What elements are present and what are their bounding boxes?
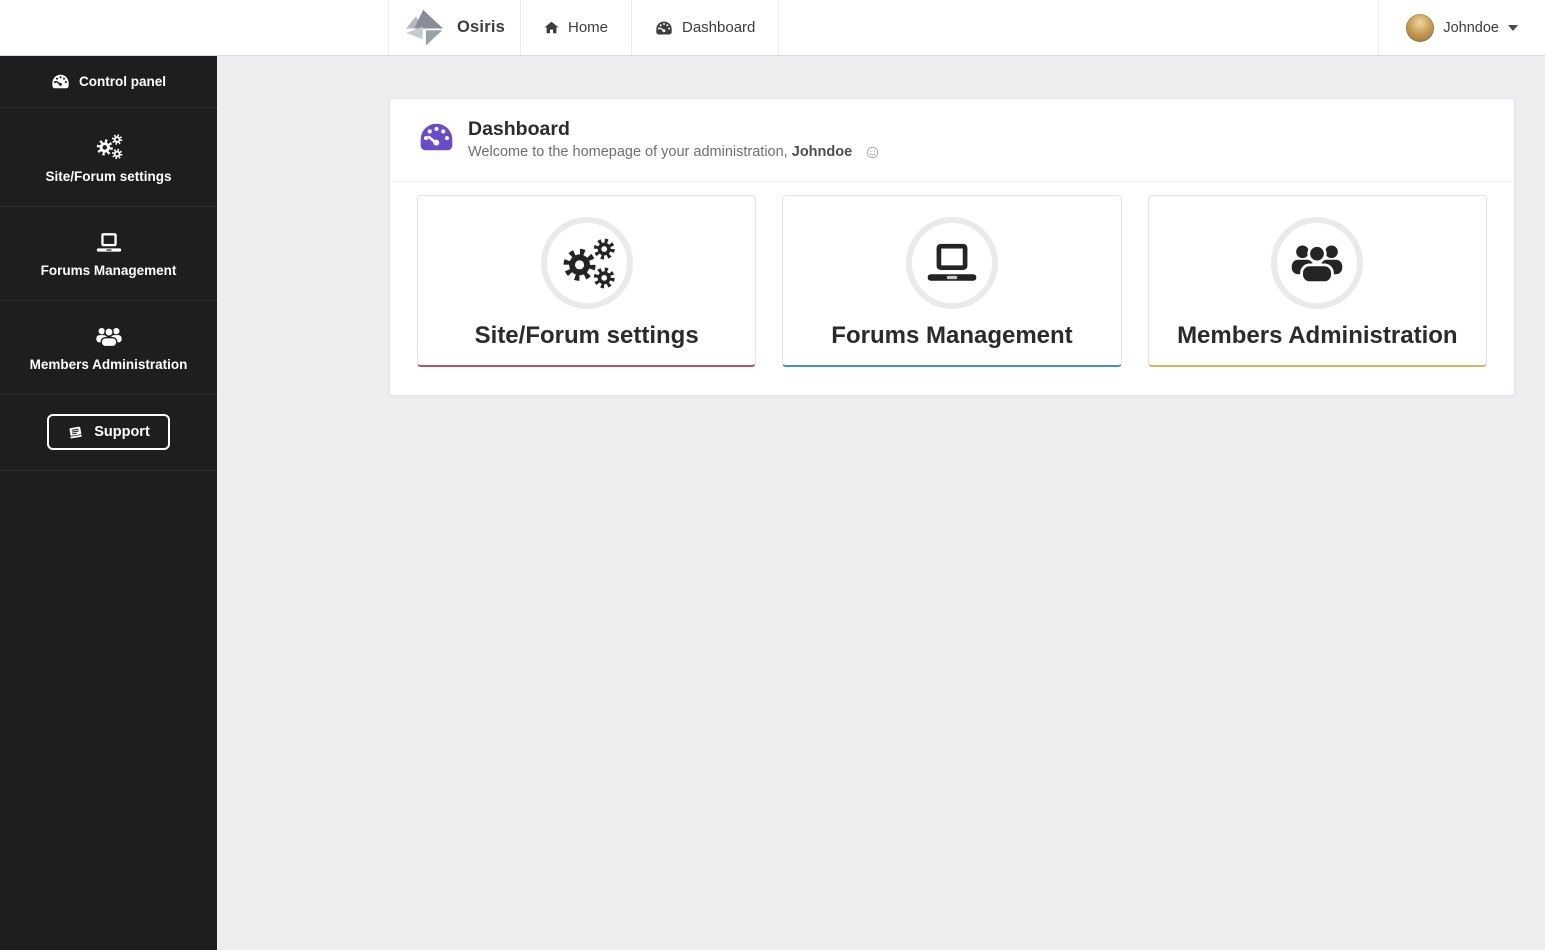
sidebar-item-label: Forums Management xyxy=(40,263,177,278)
card-icon-circle xyxy=(540,217,633,309)
card-members-administration[interactable]: Members Administration xyxy=(1147,195,1487,367)
panel-header-text: Dashboard Welcome to the homepage of you… xyxy=(468,118,879,160)
card-icon-circle xyxy=(1271,217,1364,309)
sidebar-item-label: Members Administration xyxy=(29,357,188,372)
card-label: Forums Management xyxy=(831,322,1073,349)
nav-item-label: Dashboard xyxy=(682,19,756,36)
smiley-icon xyxy=(867,146,879,159)
top-navbar: Osiris Home Dashboard Johndoe xyxy=(0,0,1545,56)
dashboard-cards: Site/Forum settings Forums Management Me… xyxy=(390,182,1514,395)
support-button-label: Support xyxy=(94,424,150,440)
osiris-logo-icon xyxy=(406,9,444,46)
users-icon xyxy=(95,327,122,348)
laptop-icon xyxy=(96,233,121,252)
main-content: Dashboard Welcome to the homepage of you… xyxy=(217,98,1545,396)
page-title: Dashboard xyxy=(468,118,570,140)
laptop-icon xyxy=(927,243,977,281)
caret-down-icon xyxy=(1508,24,1518,31)
nav-item-home[interactable]: Home xyxy=(521,0,632,55)
sidebar-header-control-panel[interactable]: Control panel xyxy=(0,56,217,108)
page-subtitle: Welcome to the homepage of your administ… xyxy=(468,144,879,160)
sidebar: Control panel Site/Forum settings Forums… xyxy=(0,56,217,950)
dashboard-icon xyxy=(52,74,69,89)
nav-item-dashboard[interactable]: Dashboard xyxy=(632,0,780,55)
gears-icon xyxy=(96,134,123,160)
brand-link[interactable]: Osiris xyxy=(389,0,521,55)
user-name: Johndoe xyxy=(1443,19,1499,36)
user-menu-button[interactable]: Johndoe xyxy=(1378,0,1545,55)
sidebar-item-members-administration[interactable]: Members Administration xyxy=(0,301,217,395)
card-forums-management[interactable]: Forums Management xyxy=(782,195,1122,367)
users-icon xyxy=(1292,243,1343,284)
home-icon xyxy=(544,21,559,34)
sidebar-item-forums-management[interactable]: Forums Management xyxy=(0,207,217,301)
user-avatar xyxy=(1406,13,1435,42)
dashboard-panel: Dashboard Welcome to the homepage of you… xyxy=(389,98,1515,396)
navbar-spacer xyxy=(0,0,389,55)
subtitle-username: Johndoe xyxy=(791,144,853,160)
card-label: Site/Forum settings xyxy=(474,322,699,349)
dashboard-icon xyxy=(420,123,453,151)
navbar-fill xyxy=(779,0,1378,55)
gears-icon xyxy=(563,238,615,289)
card-label: Members Administration xyxy=(1177,322,1458,349)
dashboard-icon xyxy=(656,21,672,34)
support-button[interactable]: Support xyxy=(47,414,170,450)
subtitle-text: Welcome to the homepage of your administ… xyxy=(468,144,788,160)
sidebar-item-site-forum-settings[interactable]: Site/Forum settings xyxy=(0,108,217,207)
sidebar-item-label: Site/Forum settings xyxy=(45,169,172,184)
card-icon-circle xyxy=(905,217,998,309)
card-site-forum-settings[interactable]: Site/Forum settings xyxy=(417,195,757,367)
sidebar-header-label: Control panel xyxy=(79,74,166,89)
panel-header: Dashboard Welcome to the homepage of you… xyxy=(390,99,1514,181)
brand-name: Osiris xyxy=(457,18,505,36)
nav-item-label: Home xyxy=(567,19,608,36)
sidebar-support-section: Support xyxy=(0,395,217,471)
book-icon xyxy=(69,426,83,438)
